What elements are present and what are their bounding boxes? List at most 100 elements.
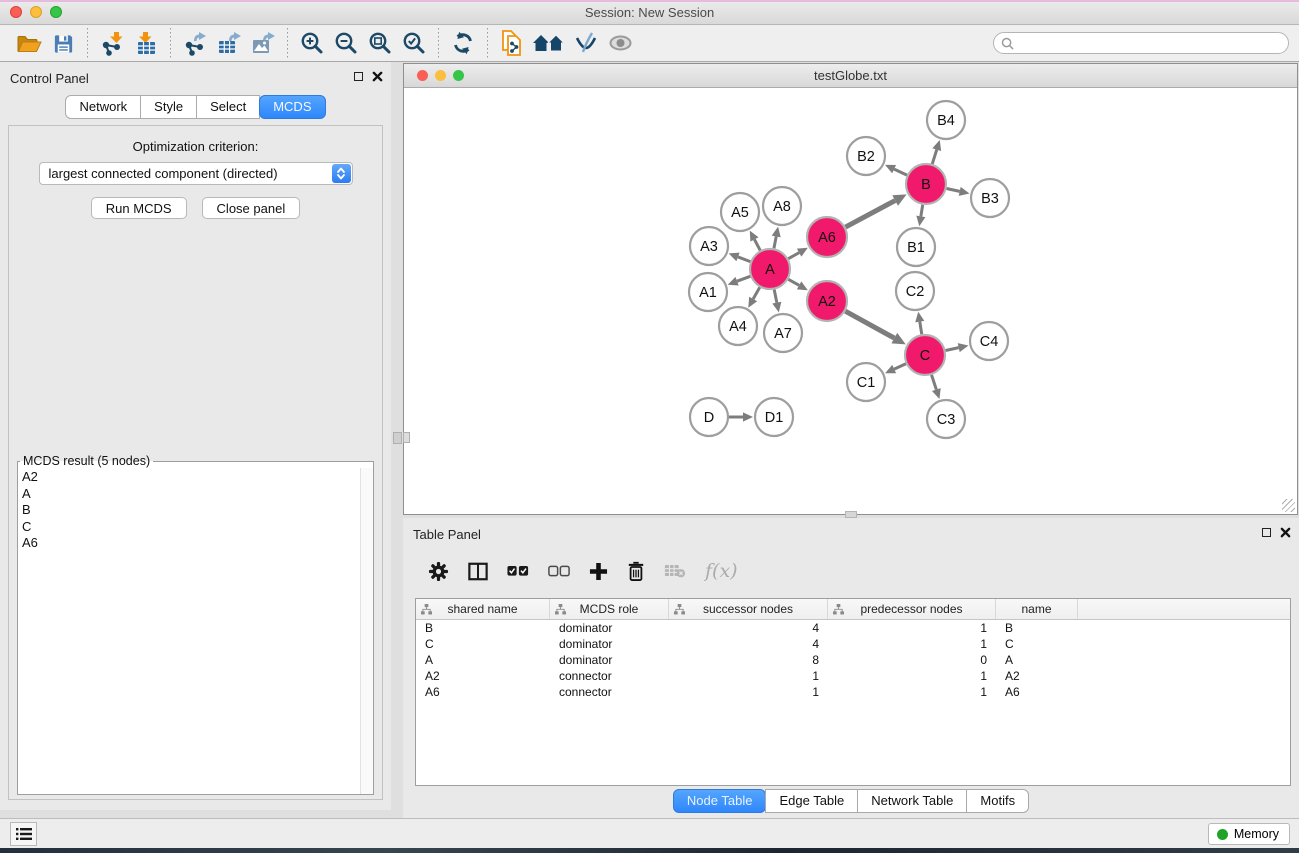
zoom-out-icon: [334, 31, 358, 55]
show-details-button[interactable]: [603, 27, 637, 59]
graph-edge-B-B2[interactable]: [894, 169, 907, 175]
table-row[interactable]: Adominator80A: [416, 652, 1290, 668]
close-table-panel-icon[interactable]: [1280, 527, 1291, 538]
graph-edge-arrowhead: [932, 140, 941, 151]
graph-edge-C-C3[interactable]: [932, 375, 937, 390]
column-header[interactable]: predecessor nodes: [828, 599, 996, 619]
result-item[interactable]: A2: [22, 469, 360, 486]
canvas-scroll-nub[interactable]: [403, 432, 410, 443]
graph-edge-B-B3[interactable]: [947, 188, 960, 191]
graph-edge-A-A8[interactable]: [774, 236, 776, 248]
graph-edge-C-C4[interactable]: [946, 348, 959, 351]
fx-icon: f(x): [705, 560, 738, 582]
graph-edge-arrowhead: [728, 277, 739, 286]
function-builder-button[interactable]: f(x): [705, 560, 738, 582]
float-table-panel-icon[interactable]: [1262, 528, 1271, 537]
zoom-out-button[interactable]: [329, 27, 363, 59]
open-session-button[interactable]: [12, 27, 46, 59]
graph-edge-A-A6[interactable]: [788, 253, 799, 259]
main-toolbar: [0, 25, 1299, 62]
tab-edge-table[interactable]: Edge Table: [765, 789, 858, 813]
column-header[interactable]: successor nodes: [669, 599, 828, 619]
network-canvas[interactable]: AA1A2A3A4A5A6A7A8BB1B2B3B4CC1C2C3C4DD1: [404, 88, 1297, 514]
table-settings-button[interactable]: [428, 561, 449, 582]
result-item[interactable]: A6: [22, 535, 360, 552]
column-header[interactable]: MCDS role: [550, 599, 669, 619]
graph-edge-A-A1[interactable]: [737, 276, 750, 281]
tab-style[interactable]: Style: [140, 95, 197, 119]
first-neighbors-button[interactable]: [529, 27, 569, 59]
split-handle-vertical[interactable]: [393, 432, 402, 444]
import-table-button[interactable]: [129, 27, 163, 59]
graph-edge-C-C1[interactable]: [894, 364, 906, 369]
export-image-button[interactable]: [246, 27, 280, 59]
run-mcds-button[interactable]: Run MCDS: [91, 197, 187, 219]
table-cell: A6: [996, 685, 1078, 699]
minimize-view-button[interactable]: [435, 70, 446, 81]
tab-network[interactable]: Network: [65, 95, 141, 119]
apply-layout-button[interactable]: [446, 27, 480, 59]
table-row[interactable]: Bdominator41B: [416, 620, 1290, 636]
table-row[interactable]: A2connector11A2: [416, 668, 1290, 684]
table-cell: 8: [669, 653, 828, 667]
search-input[interactable]: [1018, 34, 1288, 52]
criterion-select[interactable]: largest connected component (directed): [39, 162, 353, 185]
delete-table-button[interactable]: [664, 563, 686, 579]
select-all-button[interactable]: [507, 565, 529, 577]
window-resize-grip[interactable]: [1282, 499, 1295, 512]
graph-edge-B-B1[interactable]: [921, 205, 923, 217]
graph-edge-C-C2[interactable]: [920, 322, 922, 335]
export-table-button[interactable]: [212, 27, 246, 59]
graph-edge-A-A4[interactable]: [753, 287, 760, 299]
tab-node-table[interactable]: Node Table: [673, 789, 767, 813]
column-view-button[interactable]: [468, 562, 488, 581]
add-column-button[interactable]: [589, 562, 608, 581]
graph-node-label: A2: [818, 294, 836, 310]
show-task-history-button[interactable]: [10, 822, 37, 846]
graph-edge-A-A2[interactable]: [788, 279, 799, 285]
graph-edge-arrowhead: [772, 302, 781, 313]
refresh-icon: [451, 31, 475, 55]
graph-edge-A2-C[interactable]: [845, 311, 894, 338]
delete-column-button[interactable]: [627, 561, 645, 582]
export-network-button[interactable]: [178, 27, 212, 59]
tab-motifs[interactable]: Motifs: [966, 789, 1029, 813]
split-handle-horizontal[interactable]: [845, 511, 857, 518]
zoom-in-button[interactable]: [295, 27, 329, 59]
graph-edge-A-A5[interactable]: [754, 239, 760, 250]
memory-button[interactable]: Memory: [1208, 823, 1290, 845]
columns-icon: [468, 562, 488, 581]
table-row[interactable]: A6connector11A6: [416, 684, 1290, 700]
result-item[interactable]: A: [22, 486, 360, 503]
column-header[interactable]: shared name: [416, 599, 550, 619]
float-panel-icon[interactable]: [354, 72, 363, 81]
result-scrollbar[interactable]: [360, 468, 373, 794]
table-panel-tabs: Node TableEdge TableNetwork TableMotifs: [403, 789, 1299, 813]
result-item[interactable]: B: [22, 502, 360, 519]
clone-network-button[interactable]: [495, 27, 529, 59]
close-view-button[interactable]: [417, 70, 428, 81]
graph-edge-A6-B[interactable]: [846, 201, 896, 228]
graph-edge-B-B4[interactable]: [932, 150, 936, 164]
toolbar-separator: [287, 28, 288, 58]
import-network-button[interactable]: [95, 27, 129, 59]
tab-mcds[interactable]: MCDS: [259, 95, 325, 119]
tab-select[interactable]: Select: [196, 95, 260, 119]
table-row[interactable]: Cdominator41C: [416, 636, 1290, 652]
close-panel-icon[interactable]: [372, 71, 383, 82]
zoom-view-button[interactable]: [453, 70, 464, 81]
column-header[interactable]: name: [996, 599, 1078, 619]
result-item[interactable]: C: [22, 519, 360, 536]
zoom-selected-button[interactable]: [397, 27, 431, 59]
graph-edge-A-A7[interactable]: [774, 290, 777, 303]
save-session-button[interactable]: [46, 27, 80, 59]
desktop-wallpaper-strip: [0, 848, 1299, 853]
hide-details-button[interactable]: [569, 27, 603, 59]
zoom-fit-button[interactable]: [363, 27, 397, 59]
memory-label: Memory: [1234, 827, 1279, 841]
graph-node-label: C4: [980, 334, 999, 350]
close-panel-button[interactable]: Close panel: [202, 197, 301, 219]
tab-network-table[interactable]: Network Table: [857, 789, 967, 813]
clear-selection-button[interactable]: [548, 565, 570, 577]
graph-edge-A-A3[interactable]: [738, 257, 750, 262]
